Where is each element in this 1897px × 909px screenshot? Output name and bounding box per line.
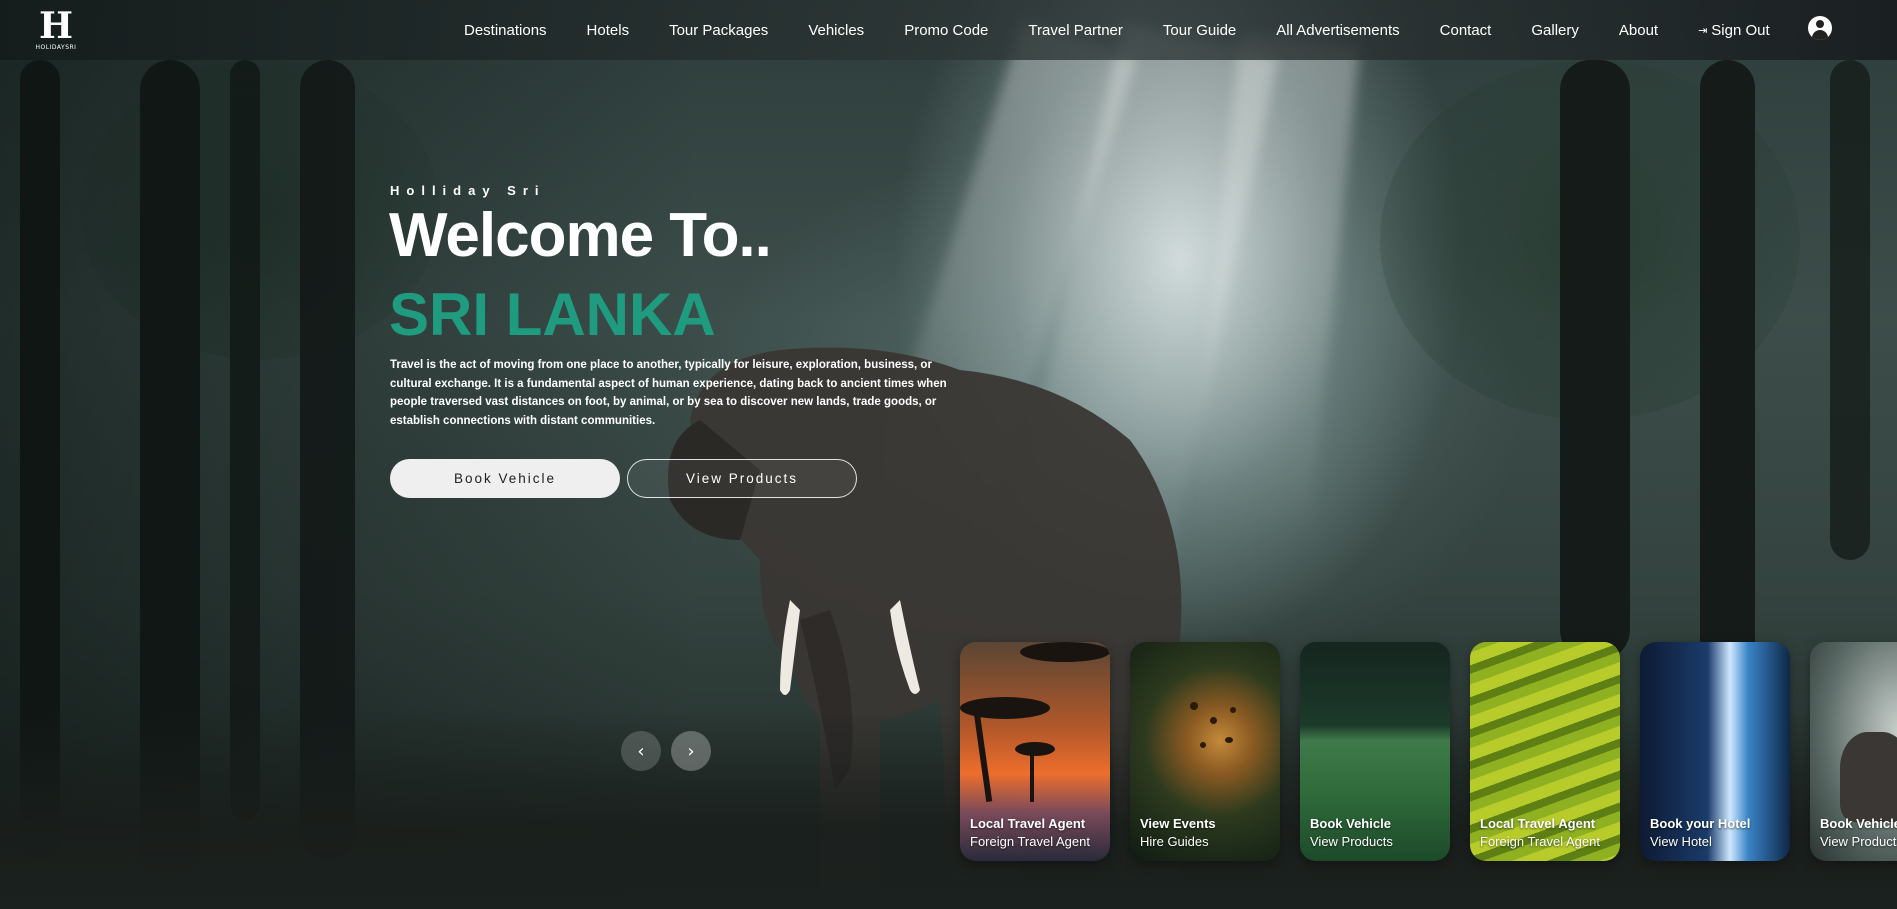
card-subtitle: Hire Guides bbox=[1140, 834, 1209, 849]
nav-promo-code[interactable]: Promo Code bbox=[904, 22, 988, 39]
nav-vehicles[interactable]: Vehicles bbox=[808, 22, 864, 39]
nav-links: Destinations Hotels Tour Packages Vehicl… bbox=[464, 0, 1810, 60]
card-title: Local Travel Agent bbox=[1480, 816, 1596, 831]
sign-out-button[interactable]: ⇥ Sign Out bbox=[1698, 22, 1770, 39]
card-title: Book Vehicle bbox=[1820, 816, 1897, 831]
book-vehicle-button[interactable]: Book Vehicle bbox=[390, 459, 620, 498]
nav-contact[interactable]: Contact bbox=[1440, 22, 1492, 39]
card-caption: Local Travel Agent Foreign Travel Agent bbox=[970, 815, 1090, 851]
card-coastline-aerial[interactable]: Book your Hotel View Hotel bbox=[1640, 642, 1790, 861]
card-title: Book your Hotel bbox=[1650, 816, 1751, 831]
view-products-button[interactable]: View Products bbox=[627, 459, 857, 498]
nav-tour-guide[interactable]: Tour Guide bbox=[1163, 22, 1236, 39]
card-title: Local Travel Agent bbox=[970, 816, 1086, 831]
card-caption: View Events Hire Guides bbox=[1140, 815, 1216, 851]
card-subtitle: Foreign Travel Agent bbox=[1480, 834, 1600, 849]
card-caption: Book your Hotel View Hotel bbox=[1650, 815, 1750, 851]
holidaysri-logo[interactable]: H HOLIDAYSRI bbox=[34, 8, 78, 54]
sign-out-icon: ⇥ bbox=[1698, 24, 1708, 37]
card-title: Book Vehicle bbox=[1310, 816, 1391, 831]
card-elephant-forest[interactable]: Book Vehicle View Products bbox=[1810, 642, 1897, 861]
nav-all-advertisements[interactable]: All Advertisements bbox=[1276, 22, 1399, 39]
card-title: View Events bbox=[1140, 816, 1216, 831]
user-account-icon[interactable] bbox=[1808, 16, 1832, 40]
nav-travel-partner[interactable]: Travel Partner bbox=[1028, 22, 1122, 39]
hero-eyebrow: Holliday Sri bbox=[390, 183, 546, 198]
nav-about[interactable]: About bbox=[1619, 22, 1658, 39]
nav-destinations[interactable]: Destinations bbox=[464, 22, 547, 39]
hero-heading: Welcome To.. bbox=[389, 201, 772, 270]
logo-mark: H bbox=[38, 5, 73, 47]
card-leopard[interactable]: View Events Hire Guides bbox=[1130, 642, 1280, 861]
card-sunset-acacia-tree[interactable]: Local Travel Agent Foreign Travel Agent bbox=[960, 642, 1110, 861]
logo-text: HOLIDAYSRI bbox=[35, 44, 77, 51]
sign-out-label: Sign Out bbox=[1711, 21, 1770, 39]
card-caption: Local Travel Agent Foreign Travel Agent bbox=[1480, 815, 1600, 851]
card-caption: Book Vehicle View Products bbox=[1820, 815, 1897, 851]
nav-gallery[interactable]: Gallery bbox=[1531, 22, 1579, 39]
card-subtitle: View Hotel bbox=[1650, 834, 1712, 849]
slider-prev-button[interactable]: ‹ bbox=[621, 731, 661, 771]
card-caption: Book Vehicle View Products bbox=[1310, 815, 1393, 851]
nav-tour-packages[interactable]: Tour Packages bbox=[669, 22, 768, 39]
chevron-left-icon: ‹ bbox=[637, 740, 645, 762]
chevron-right-icon: › bbox=[687, 740, 695, 762]
card-subtitle: View Products bbox=[1310, 834, 1393, 849]
card-subtitle: Foreign Travel Agent bbox=[970, 834, 1090, 849]
slider-next-button[interactable]: › bbox=[671, 731, 711, 771]
card-tea-plantation[interactable]: Book Vehicle View Products bbox=[1300, 642, 1450, 861]
top-navigation-bar: H HOLIDAYSRI Destinations Hotels Tour Pa… bbox=[0, 0, 1897, 60]
hero-highlight: SRI LANKA bbox=[389, 281, 716, 348]
card-rice-terraces[interactable]: Local Travel Agent Foreign Travel Agent bbox=[1470, 642, 1620, 861]
hero-description: Travel is the act of moving from one pla… bbox=[390, 359, 947, 427]
card-subtitle: View Products bbox=[1820, 834, 1897, 849]
nav-hotels[interactable]: Hotels bbox=[587, 22, 630, 39]
